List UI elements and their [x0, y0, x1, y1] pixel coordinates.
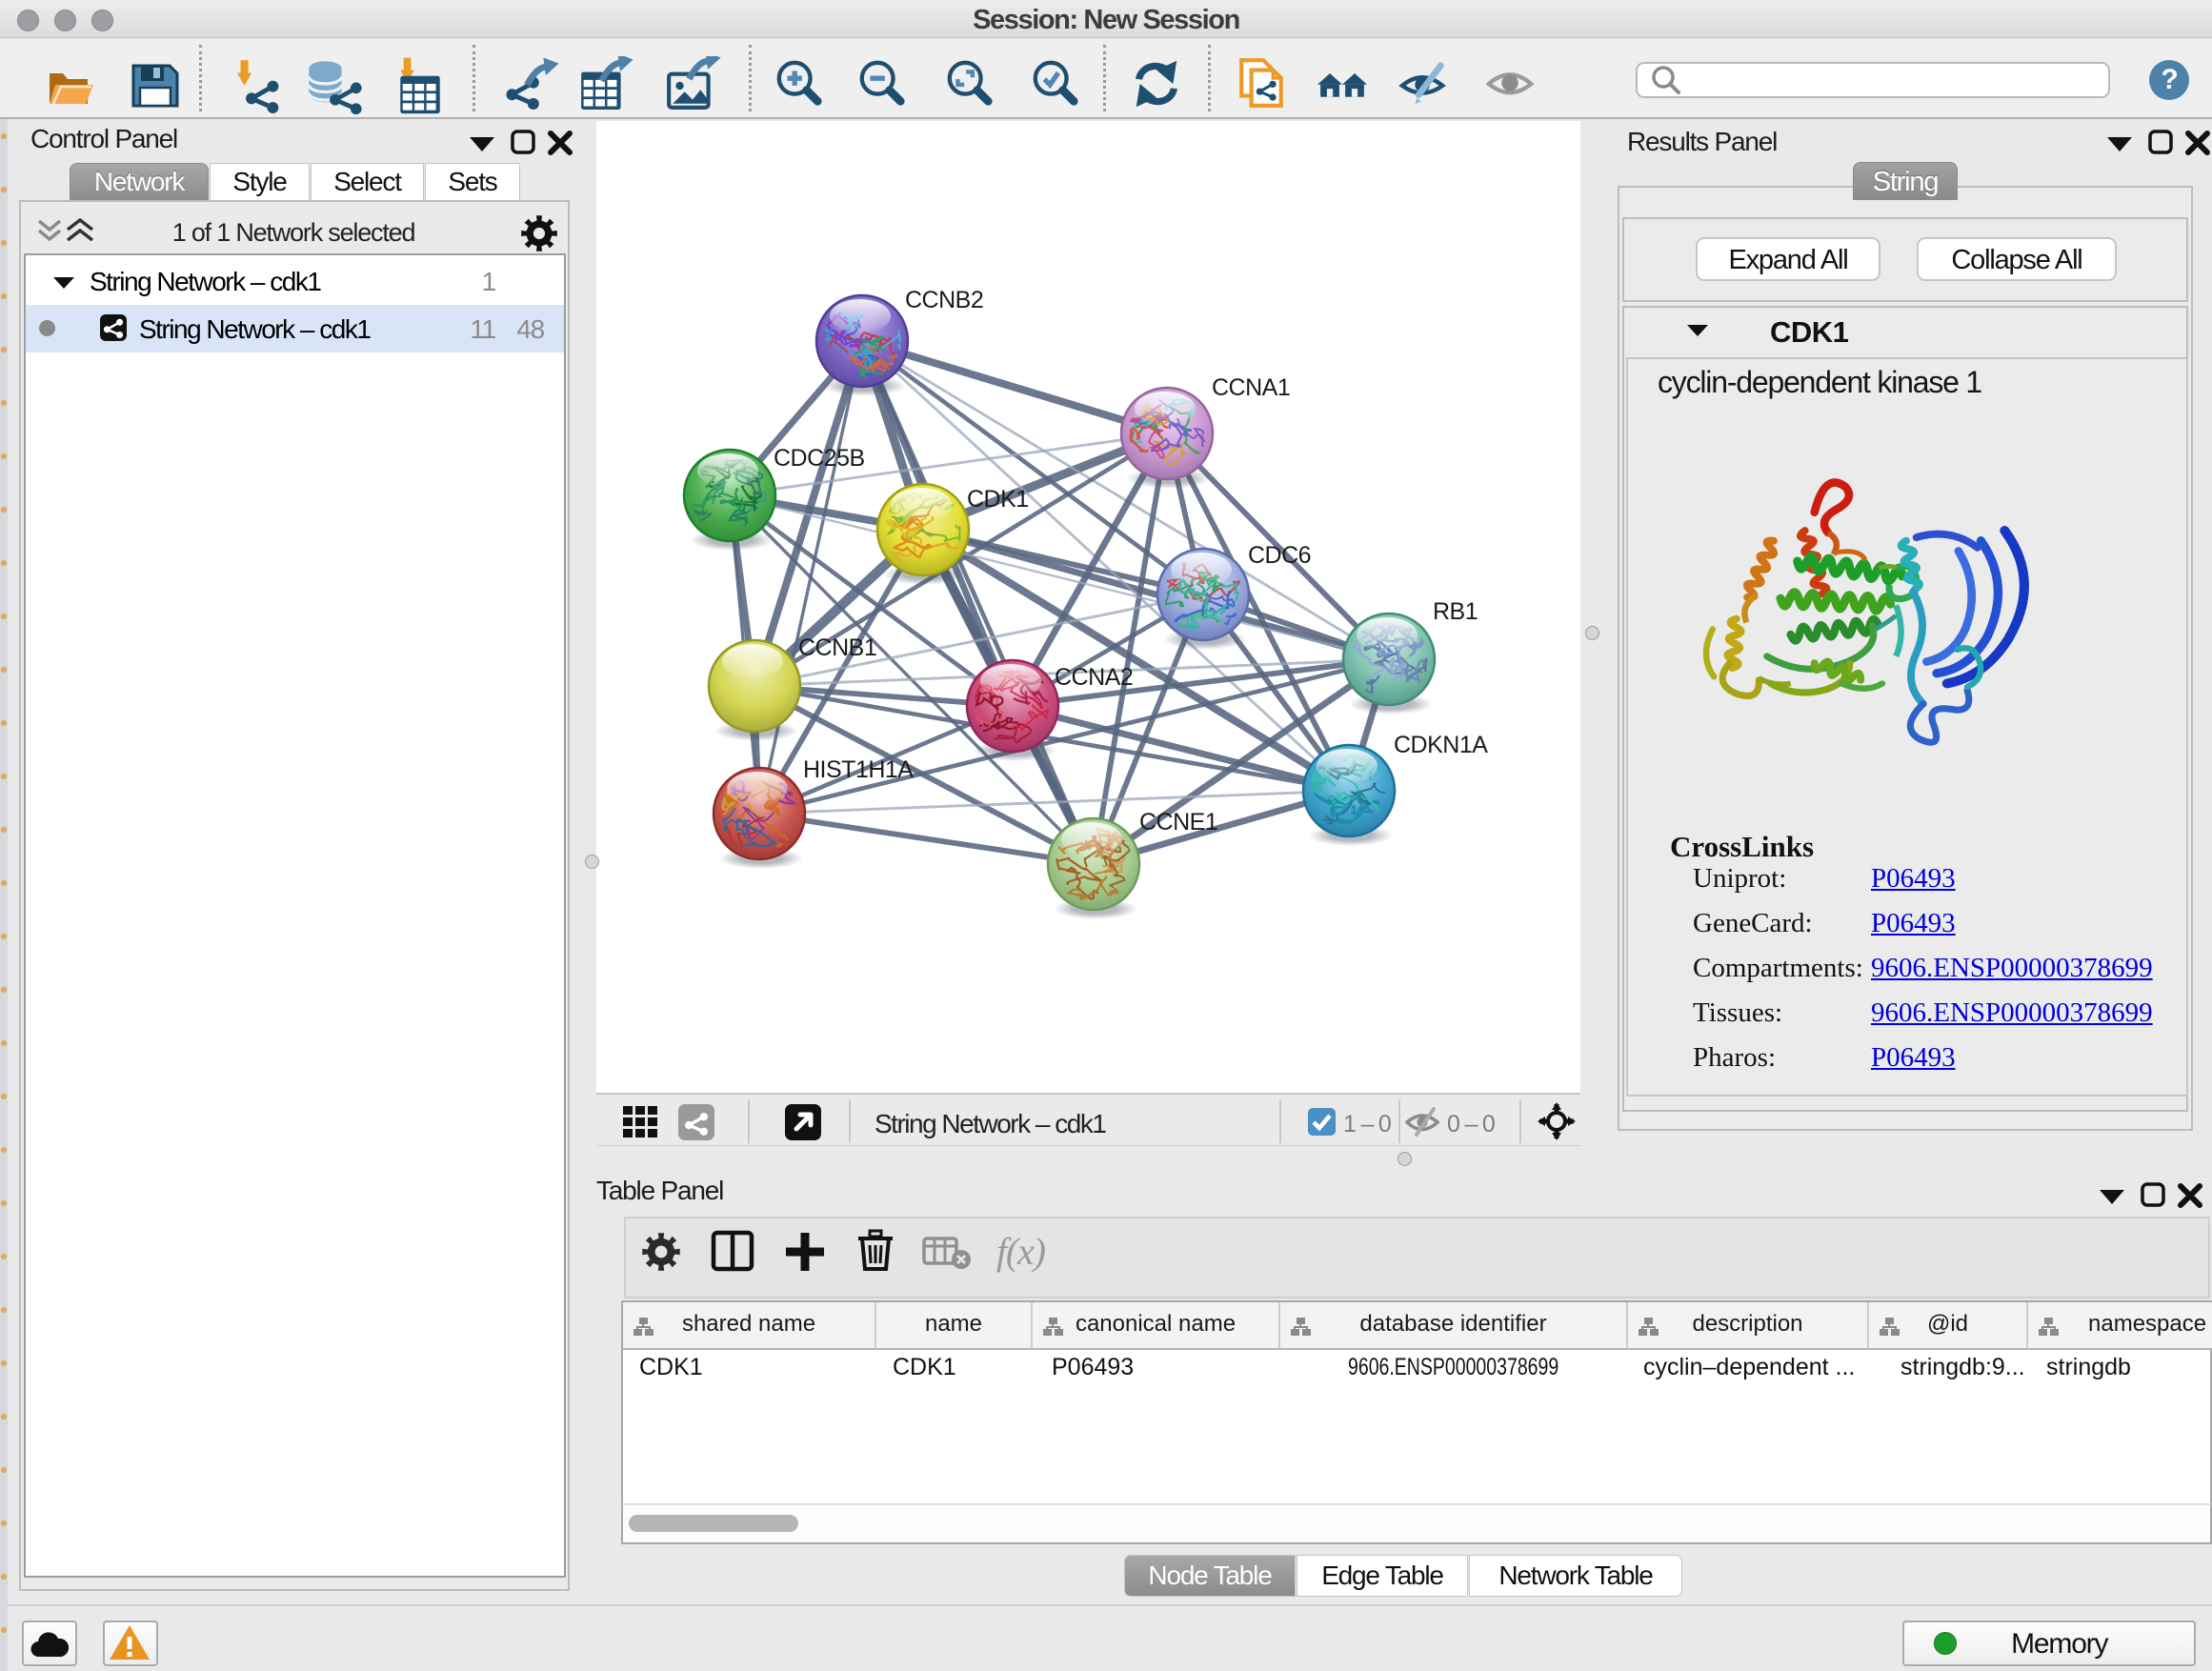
- svg-text:CDKN1A: CDKN1A: [1394, 732, 1488, 758]
- svg-text:CCNE1: CCNE1: [1139, 809, 1217, 836]
- svg-text:CCNA1: CCNA1: [1212, 374, 1290, 401]
- svg-text:HIST1H1A: HIST1H1A: [803, 756, 914, 783]
- svg-text:RB1: RB1: [1433, 598, 1478, 625]
- svg-text:CCNB1: CCNB1: [798, 634, 876, 661]
- svg-text:CDK1: CDK1: [967, 486, 1029, 513]
- svg-text:CDC25B: CDC25B: [774, 445, 865, 472]
- svg-text:CDC6: CDC6: [1248, 542, 1311, 569]
- svg-text:CCNB2: CCNB2: [905, 287, 983, 313]
- svg-text:CCNA2: CCNA2: [1055, 664, 1133, 691]
